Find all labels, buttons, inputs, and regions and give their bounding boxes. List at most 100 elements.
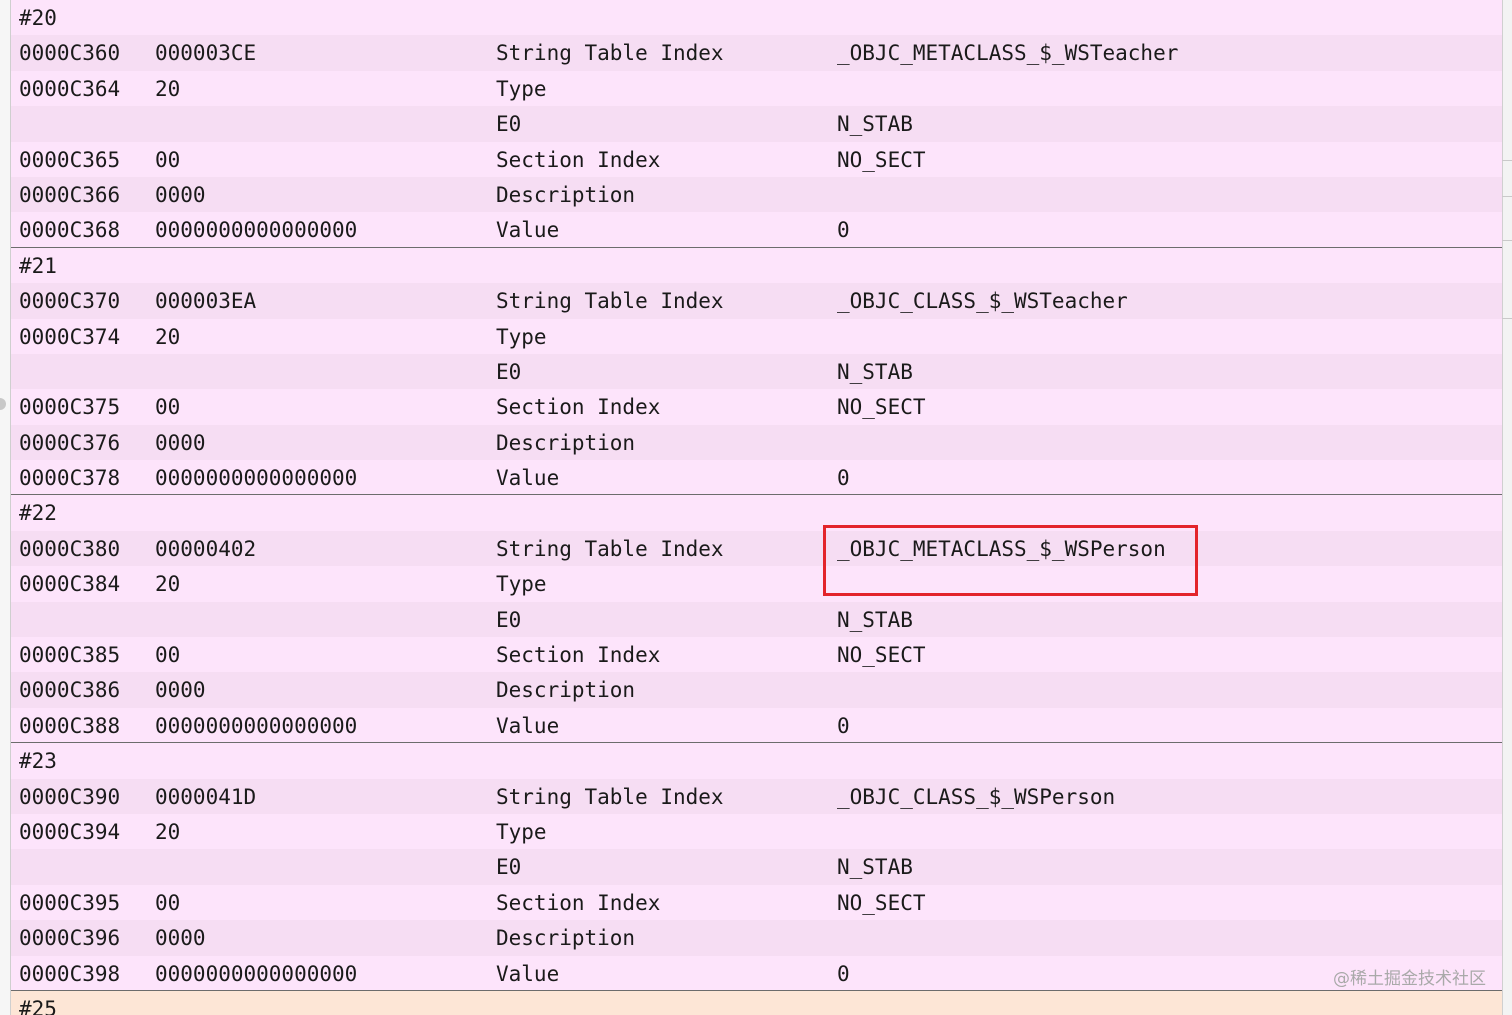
symbol-index-label: #25 [19, 996, 57, 1015]
left-gutter [0, 0, 10, 1015]
table-row[interactable]: 0000C386 0000 Description [11, 672, 1502, 708]
description-cell: String Table Index [496, 784, 724, 809]
offset-cell: 0000C390 [19, 784, 121, 809]
data-cell: 00 [155, 890, 181, 915]
symbol-table-view: #20 0000C360 000003CE String Table Index _OB… [10, 0, 1502, 1015]
table-row[interactable]: 0000C370 000003EA String Table Index _OBJC_… [11, 283, 1502, 319]
table-row[interactable]: 0000C378 0000000000000000 Value 0 [11, 460, 1502, 496]
data-cell: 00000402 [155, 536, 257, 561]
value-cell: N_STAB [837, 359, 913, 384]
description-cell: Description [496, 678, 636, 703]
offset-cell: 0000C360 [19, 41, 121, 66]
data-cell: 20 [155, 572, 181, 597]
description-cell: Value [496, 218, 560, 243]
data-cell: 0000000000000000 [155, 466, 358, 491]
table-row[interactable]: E0 N_STAB [11, 601, 1502, 638]
description-cell: String Table Index [496, 536, 724, 561]
offset-cell: 0000C380 [19, 536, 121, 561]
table-row[interactable]: 0000C390 0000041D String Table Index _OBJC_… [11, 778, 1502, 814]
value-cell: NO_SECT [837, 643, 926, 668]
table-row[interactable]: 0000C375 00 Section Index NO_SECT [11, 389, 1502, 425]
symbol-header[interactable]: #20 [11, 0, 1502, 36]
table-row[interactable]: 0000C396 0000 Description [11, 920, 1502, 956]
table-row[interactable]: 0000C384 20 Type [11, 566, 1502, 602]
table-row[interactable]: E0 N_STAB [11, 849, 1502, 885]
table-row[interactable]: 0000C374 20 Type [11, 318, 1502, 354]
data-cell: 20 [155, 324, 181, 349]
table-row[interactable]: 0000C380 00000402 String Table Index _OBJC_… [11, 530, 1502, 567]
table-row[interactable]: 0000C368 0000000000000000 Value 0 [11, 212, 1502, 248]
offset-cell: 0000C398 [19, 961, 121, 986]
data-cell: 0000 [155, 430, 206, 455]
data-cell: 0000000000000000 [155, 713, 358, 738]
table-row[interactable]: 0000C395 00 Section Index NO_SECT [11, 884, 1502, 921]
description-cell: String Table Index [496, 41, 724, 66]
table-row[interactable]: 0000C388 0000000000000000 Value 0 [11, 707, 1502, 744]
table-row[interactable]: 0000C385 00 Section Index NO_SECT [11, 637, 1502, 673]
symbol-index-label: #20 [19, 6, 57, 30]
data-cell: 00 [155, 147, 181, 172]
offset-cell: 0000C394 [19, 819, 121, 844]
offset-cell: 0000C396 [19, 926, 121, 951]
offset-cell: 0000C365 [19, 147, 121, 172]
description-cell: Value [496, 961, 560, 986]
data-cell: 0000000000000000 [155, 218, 358, 243]
description-cell: Type [496, 819, 547, 844]
description-cell: Type [496, 324, 547, 349]
value-cell: 0 [837, 218, 850, 243]
symbol-header[interactable]: #21 [11, 247, 1502, 284]
symbol-header[interactable]: #22 [11, 495, 1502, 531]
gutter-tick [1502, 240, 1512, 241]
table-row[interactable]: 0000C360 000003CE String Table Index _OBJC_… [11, 35, 1502, 71]
value-cell: NO_SECT [837, 395, 926, 420]
offset-cell: 0000C364 [19, 76, 121, 101]
description-cell: Section Index [496, 147, 661, 172]
gutter-tick [1502, 318, 1512, 319]
offset-cell: 0000C378 [19, 466, 121, 491]
value-cell: _OBJC_METACLASS_$_WSPerson [837, 536, 1166, 561]
symbol-header-next[interactable]: #25 [11, 990, 1502, 1015]
table-row[interactable]: 0000C376 0000 Description [11, 424, 1502, 461]
gutter-tick [1502, 196, 1512, 197]
data-cell: 20 [155, 819, 181, 844]
table-row[interactable]: 0000C398 0000000000000000 Value 0 [11, 955, 1502, 991]
symbol-index-label: #23 [19, 749, 57, 774]
description-cell: E0 [496, 359, 522, 384]
data-cell: 0000 [155, 926, 206, 951]
description-cell: Description [496, 430, 636, 455]
description-cell: Section Index [496, 643, 661, 668]
data-cell: 000003EA [155, 289, 257, 314]
table-row[interactable]: 0000C364 20 Type [11, 70, 1502, 107]
description-cell: Type [496, 572, 547, 597]
table-row[interactable]: E0 N_STAB [11, 353, 1502, 390]
offset-cell: 0000C388 [19, 713, 121, 738]
offset-cell: 0000C395 [19, 890, 121, 915]
table-row[interactable]: 0000C365 00 Section Index NO_SECT [11, 141, 1502, 177]
data-cell: 000003CE [155, 41, 257, 66]
description-cell: Value [496, 713, 560, 738]
description-cell: Section Index [496, 395, 661, 420]
offset-cell: 0000C385 [19, 643, 121, 668]
description-cell: Description [496, 926, 636, 951]
watermark: @稀土掘金技术社区 [1333, 969, 1486, 989]
split-handle[interactable] [0, 398, 6, 410]
value-cell: N_STAB [837, 607, 913, 632]
table-row[interactable]: 0000C394 20 Type [11, 813, 1502, 850]
offset-cell: 0000C384 [19, 572, 121, 597]
table-row[interactable]: 0000C366 0000 Description [11, 176, 1502, 213]
description-cell: Value [496, 466, 560, 491]
data-cell: 0000 [155, 182, 206, 207]
description-cell: E0 [496, 855, 522, 880]
table-row[interactable]: E0 N_STAB [11, 106, 1502, 142]
value-cell: _OBJC_CLASS_$_WSPerson [837, 784, 1116, 809]
symbol-table-rows: #20 0000C360 000003CE String Table Index _OB… [11, 0, 1502, 991]
symbol-index-label: #21 [19, 253, 57, 278]
offset-cell: 0000C375 [19, 395, 121, 420]
offset-cell: 0000C374 [19, 324, 121, 349]
offset-cell: 0000C366 [19, 182, 121, 207]
data-cell: 00 [155, 643, 181, 668]
offset-cell: 0000C368 [19, 218, 121, 243]
value-cell: 0 [837, 713, 850, 738]
symbol-header[interactable]: #23 [11, 743, 1502, 779]
data-cell: 0000 [155, 678, 206, 703]
